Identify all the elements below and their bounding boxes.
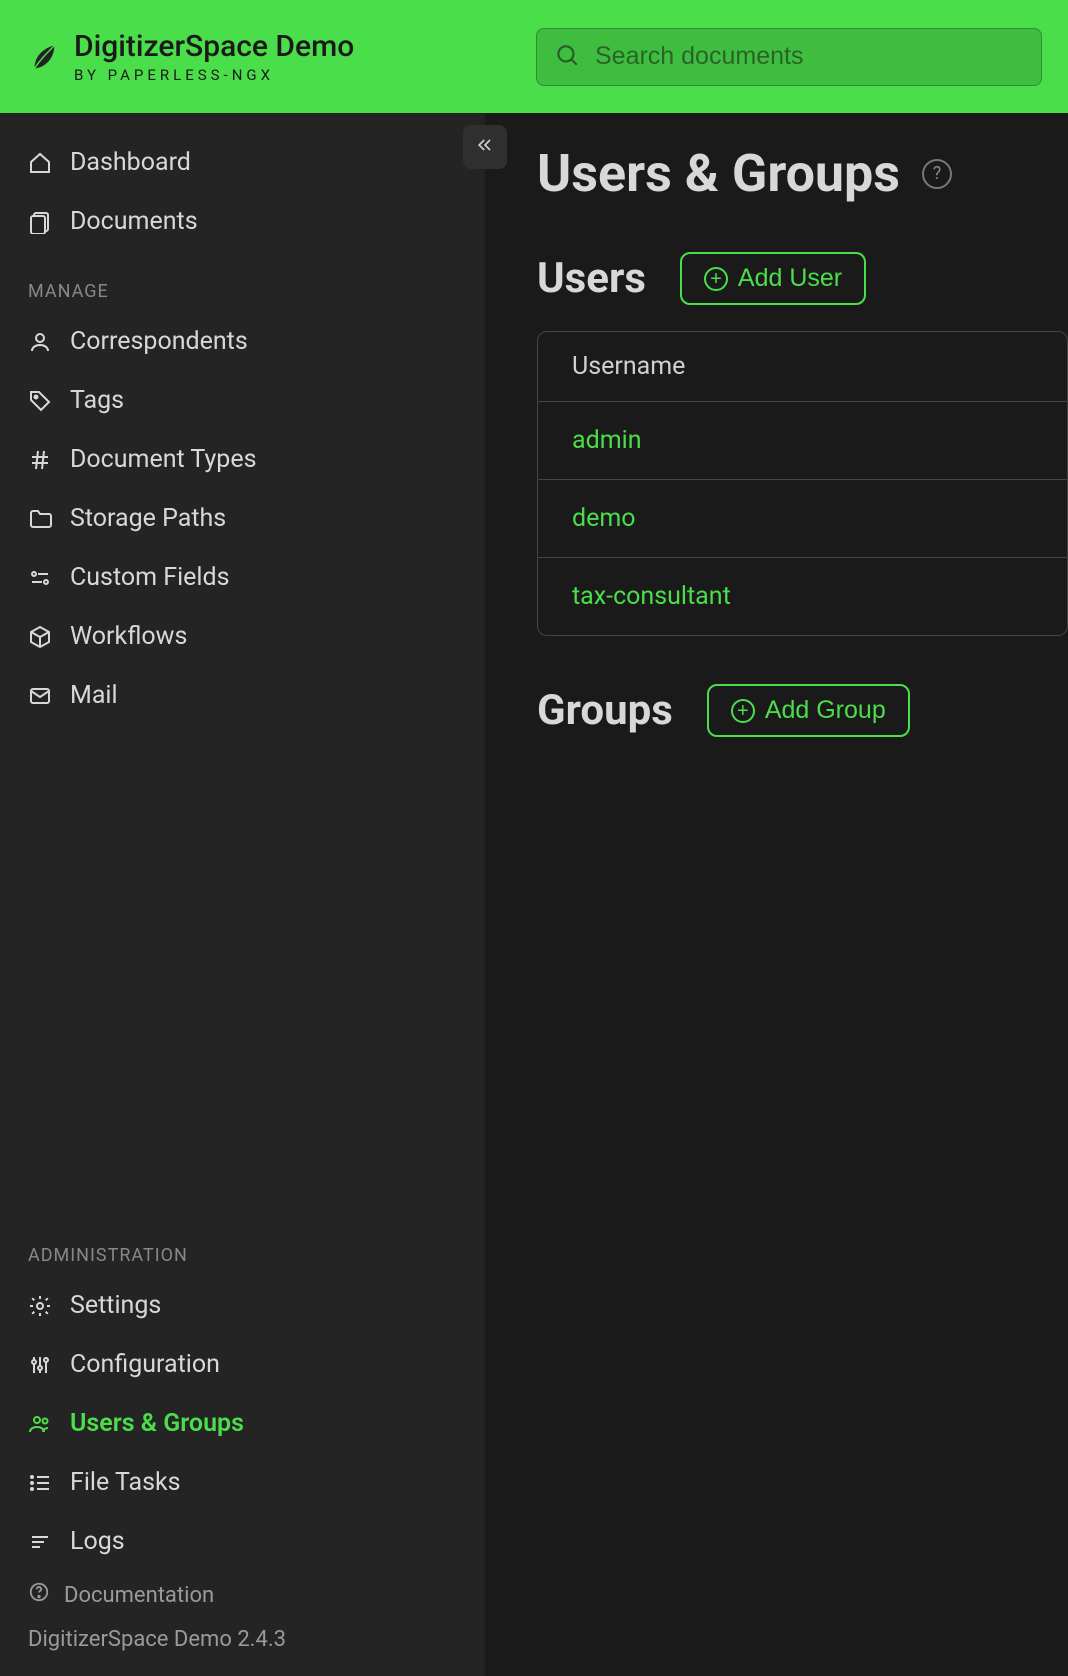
documentation-link[interactable]: Documentation xyxy=(0,1571,485,1619)
text-lines-icon xyxy=(28,1530,52,1554)
hash-icon xyxy=(28,448,52,472)
plus-circle-icon: + xyxy=(731,699,755,723)
brand-title: DigitizerSpace Demo xyxy=(74,29,354,64)
search-wrap xyxy=(536,28,1042,86)
groups-heading: Groups xyxy=(537,686,673,735)
folder-icon xyxy=(28,507,52,531)
username-cell: tax-consultant xyxy=(572,582,731,611)
documents-icon xyxy=(28,210,52,234)
sidebar-item-label: Configuration xyxy=(70,1350,220,1379)
sidebar-collapse-button[interactable] xyxy=(463,125,507,169)
sidebar-item-document-types[interactable]: Document Types xyxy=(0,430,485,489)
users-table: Username admin demo tax-consultant xyxy=(537,331,1068,636)
search-input[interactable] xyxy=(536,28,1042,86)
sidebar: Dashboard Documents MANAGE Correspondent… xyxy=(0,113,485,1676)
chevron-double-left-icon xyxy=(475,135,495,159)
sidebar-item-mail[interactable]: Mail xyxy=(0,666,485,725)
sidebar-item-workflows[interactable]: Workflows xyxy=(0,607,485,666)
help-icon[interactable]: ? xyxy=(922,159,952,189)
section-header-administration: ADMINISTRATION xyxy=(0,1215,485,1276)
app-header: DigitizerSpace Demo BY PAPERLESS-NGX xyxy=(0,0,1068,113)
add-group-label: Add Group xyxy=(765,696,886,725)
sidebar-item-logs[interactable]: Logs xyxy=(0,1512,485,1571)
sidebar-item-label: Users & Groups xyxy=(70,1409,244,1438)
sidebar-item-label: Workflows xyxy=(70,622,187,651)
gear-icon xyxy=(28,1294,52,1318)
sliders-icon xyxy=(28,566,52,590)
sidebar-item-label: Document Types xyxy=(70,445,256,474)
add-user-label: Add User xyxy=(738,264,842,293)
home-icon xyxy=(28,151,52,175)
search-icon xyxy=(554,42,580,72)
leaf-logo-icon xyxy=(26,40,60,74)
sidebar-item-dashboard[interactable]: Dashboard xyxy=(0,133,485,192)
plus-circle-icon: + xyxy=(704,267,728,291)
sidebar-item-correspondents[interactable]: Correspondents xyxy=(0,312,485,371)
documentation-label: Documentation xyxy=(64,1583,214,1608)
help-circle-icon xyxy=(28,1581,50,1609)
add-group-button[interactable]: + Add Group xyxy=(707,684,910,737)
sidebar-item-label: Mail xyxy=(70,681,118,710)
sidebar-item-label: Tags xyxy=(70,386,124,415)
sidebar-item-label: Settings xyxy=(70,1291,161,1320)
person-icon xyxy=(28,330,52,354)
cube-icon xyxy=(28,625,52,649)
list-check-icon xyxy=(28,1471,52,1495)
brand[interactable]: DigitizerSpace Demo BY PAPERLESS-NGX xyxy=(26,29,536,84)
sidebar-item-users-groups[interactable]: Users & Groups xyxy=(0,1394,485,1453)
sidebar-item-storage-paths[interactable]: Storage Paths xyxy=(0,489,485,548)
sidebar-item-label: Logs xyxy=(70,1527,125,1556)
main-content: Users & Groups ? Users + Add User Userna… xyxy=(485,113,1068,1676)
sidebar-item-label: Storage Paths xyxy=(70,504,226,533)
table-row[interactable]: demo xyxy=(538,480,1067,558)
mail-icon xyxy=(28,684,52,708)
table-header-username: Username xyxy=(538,332,1067,402)
add-user-button[interactable]: + Add User xyxy=(680,252,866,305)
sidebar-item-label: Documents xyxy=(70,207,198,236)
tag-icon xyxy=(28,389,52,413)
sidebar-item-file-tasks[interactable]: File Tasks xyxy=(0,1453,485,1512)
username-cell: demo xyxy=(572,504,636,533)
sidebar-item-label: Custom Fields xyxy=(70,563,230,592)
version-text: DigitizerSpace Demo 2.4.3 xyxy=(0,1619,485,1676)
brand-subtitle: BY PAPERLESS-NGX xyxy=(74,66,354,84)
people-icon xyxy=(28,1412,52,1436)
sidebar-item-settings[interactable]: Settings xyxy=(0,1276,485,1335)
sidebar-item-label: File Tasks xyxy=(70,1468,181,1497)
sidebar-item-label: Dashboard xyxy=(70,148,191,177)
sidebar-item-documents[interactable]: Documents xyxy=(0,192,485,251)
page-title: Users & Groups xyxy=(537,143,900,204)
sidebar-item-tags[interactable]: Tags xyxy=(0,371,485,430)
username-cell: admin xyxy=(572,426,642,455)
equalizer-icon xyxy=(28,1353,52,1377)
table-row[interactable]: tax-consultant xyxy=(538,558,1067,635)
sidebar-item-configuration[interactable]: Configuration xyxy=(0,1335,485,1394)
sidebar-item-label: Correspondents xyxy=(70,327,248,356)
sidebar-item-custom-fields[interactable]: Custom Fields xyxy=(0,548,485,607)
users-heading: Users xyxy=(537,254,646,303)
table-row[interactable]: admin xyxy=(538,402,1067,480)
section-header-manage: MANAGE xyxy=(0,251,485,312)
